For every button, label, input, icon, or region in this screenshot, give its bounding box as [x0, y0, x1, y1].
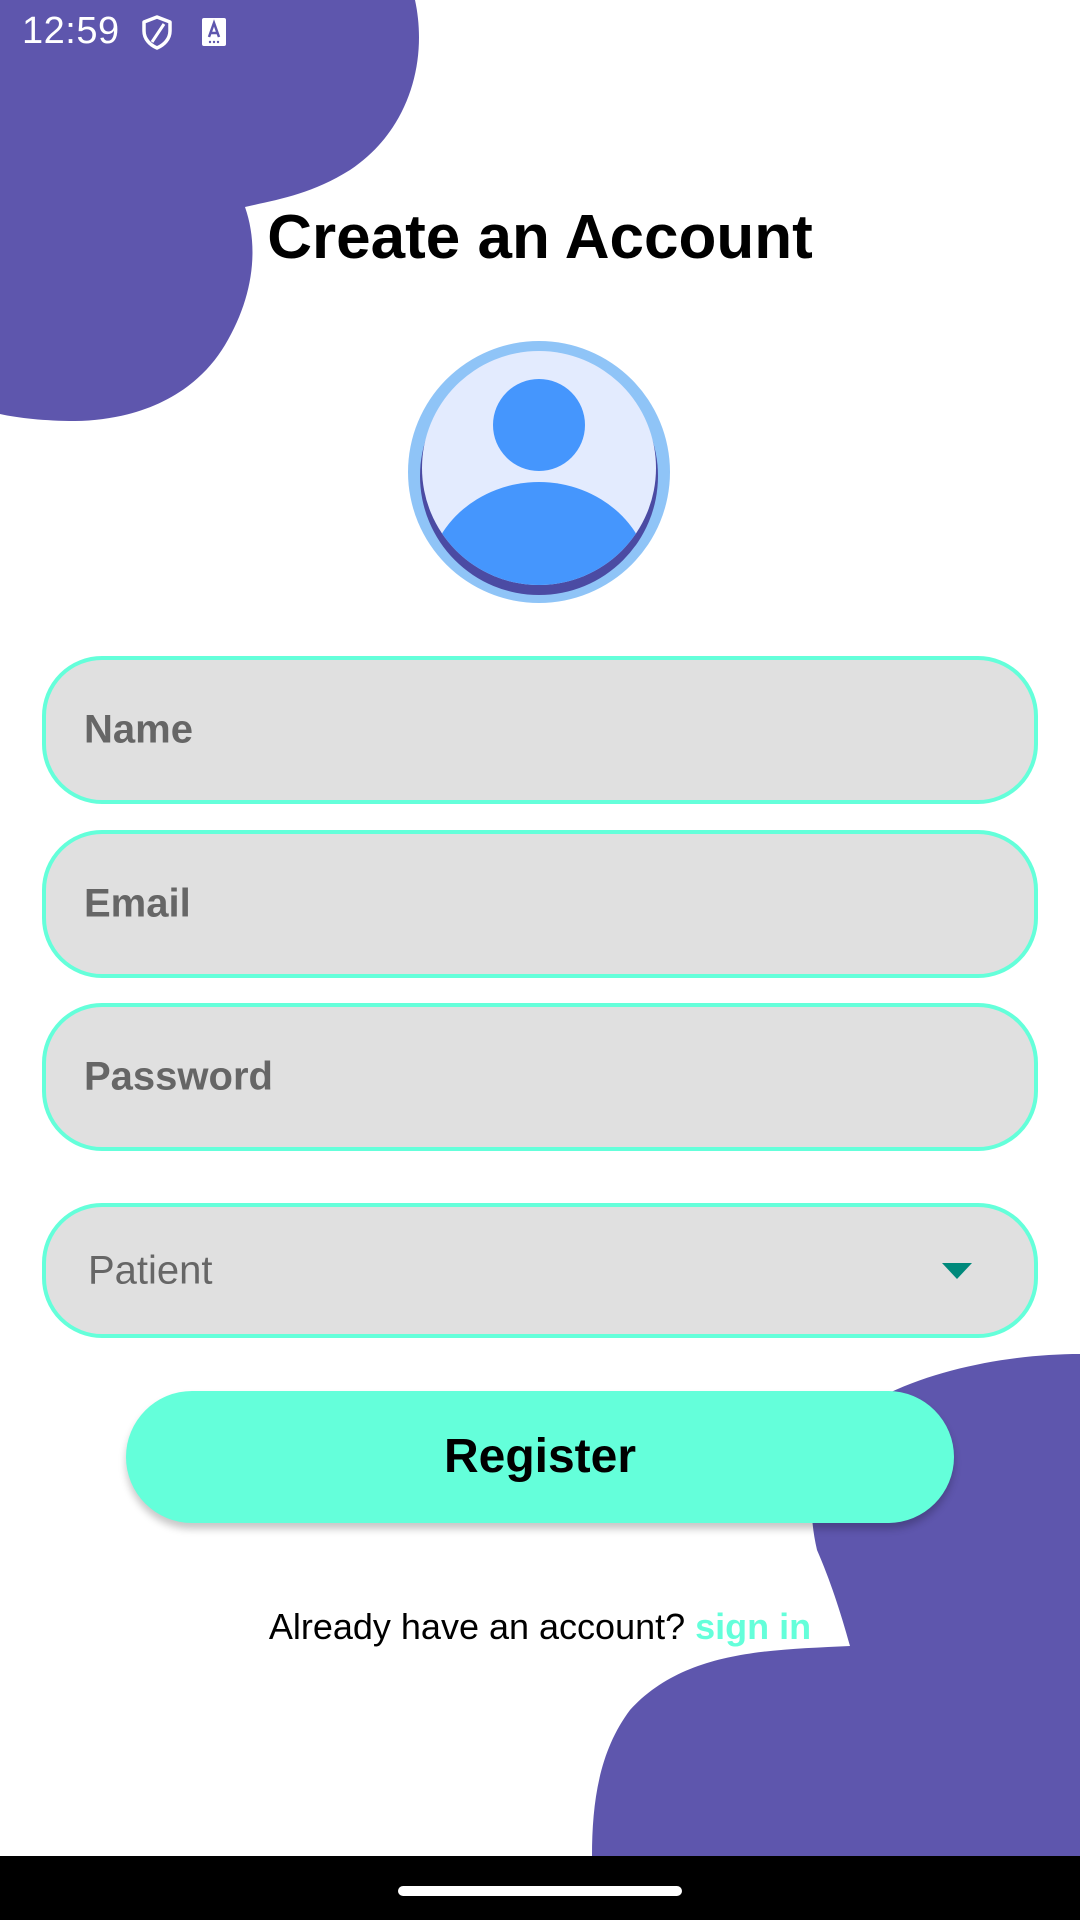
role-dropdown[interactable]: Patient: [42, 1203, 1038, 1338]
signin-link[interactable]: sign in: [695, 1606, 811, 1647]
person-avatar-icon[interactable]: [407, 340, 671, 604]
name-placeholder: Name: [84, 707, 193, 752]
keyboard-a-icon: [202, 18, 226, 46]
email-field[interactable]: Email: [42, 830, 1038, 978]
status-bar: 12:59: [0, 0, 1080, 64]
dropdown-arrow-icon[interactable]: [942, 1262, 972, 1279]
shield-icon: [142, 15, 172, 50]
status-time: 12:59: [22, 10, 120, 52]
register-button[interactable]: Register: [126, 1391, 954, 1523]
name-field[interactable]: Name: [42, 656, 1038, 804]
signin-prompt-text: Already have an account?: [268, 1606, 686, 1647]
signin-prompt-line: Already have an account? sign in: [0, 1606, 1080, 1648]
password-field[interactable]: Password: [42, 1003, 1038, 1151]
email-placeholder: Email: [84, 881, 191, 926]
home-gesture-handle[interactable]: [398, 1886, 682, 1896]
page-title: Create an Account: [267, 203, 813, 272]
system-navigation-bar: [0, 1856, 1080, 1920]
register-screen: 12:59 Create an Account Name Email Passw…: [0, 0, 1080, 1920]
password-placeholder: Password: [84, 1054, 273, 1099]
role-selected-value: Patient: [88, 1248, 213, 1292]
